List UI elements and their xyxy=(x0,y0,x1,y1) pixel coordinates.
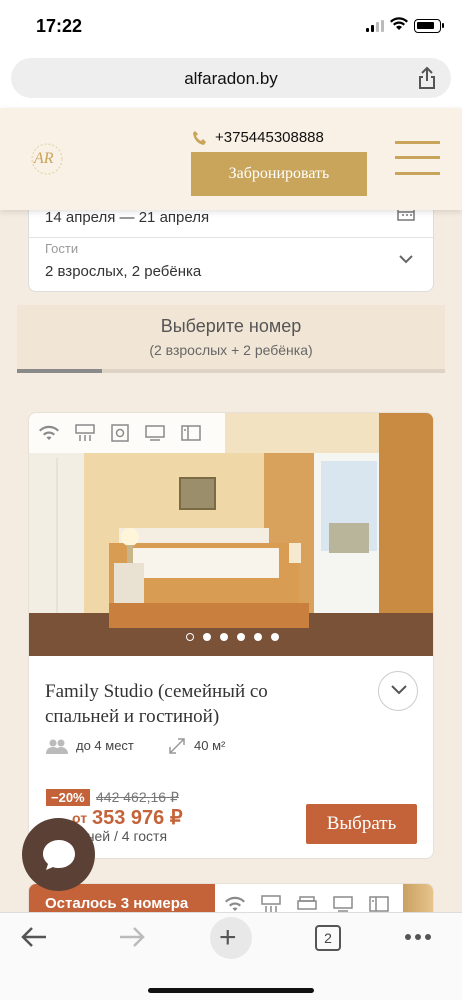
book-button[interactable]: Забронировать xyxy=(191,152,367,196)
room-name[interactable]: Family Studio (семейный со спальней и го… xyxy=(45,679,335,729)
safe-icon xyxy=(111,424,129,442)
old-price: 442 462,16 ₽ xyxy=(96,789,179,805)
date-range-field[interactable]: 14 апреля — 21 апреля xyxy=(45,209,209,226)
guests-select[interactable]: 2 взрослых, 2 ребёнка xyxy=(45,263,201,280)
chevron-down-icon[interactable] xyxy=(399,255,413,264)
form-divider xyxy=(29,237,433,238)
photo-carousel-dots[interactable] xyxy=(29,633,433,641)
carousel-dot[interactable] xyxy=(202,633,211,641)
chat-icon xyxy=(43,840,75,870)
clock: 17:22 xyxy=(36,16,83,36)
browser-toolbar: + 2 xyxy=(0,912,462,1000)
signal-icon xyxy=(366,20,384,32)
hotel-logo[interactable]: AR xyxy=(30,142,64,176)
chat-button[interactable] xyxy=(22,818,95,891)
select-room-subtitle: (2 взрослых + 2 ребёнка) xyxy=(149,342,313,358)
url-bar[interactable]: alfaradon.by xyxy=(11,58,451,98)
chevron-down-icon xyxy=(391,685,407,695)
guests-label: Гости xyxy=(45,241,79,256)
phone-icon xyxy=(193,131,206,145)
menu-icon[interactable] xyxy=(395,141,440,175)
home-indicator xyxy=(148,988,314,993)
fridge-icon xyxy=(369,896,389,912)
carousel-dot[interactable] xyxy=(236,633,245,641)
browser-url-area: alfaradon.by xyxy=(0,50,462,108)
select-room-section: Выберите номер (2 взрослых + 2 ребёнка) xyxy=(17,305,445,373)
room-area: 40 м² xyxy=(194,738,226,753)
booking-form: 14 апреля — 21 апреля Гости 2 взрослых, … xyxy=(0,200,462,305)
more-icon[interactable] xyxy=(404,933,432,941)
choose-room-button[interactable]: Выбрать xyxy=(306,804,417,844)
room-capacity: до 4 мест xyxy=(76,738,134,753)
back-arrow-icon[interactable] xyxy=(20,925,48,949)
room-photo[interactable] xyxy=(29,413,433,656)
expand-button[interactable] xyxy=(378,671,418,711)
air-conditioner-icon xyxy=(75,424,95,441)
phone-link[interactable]: +375445308888 xyxy=(215,129,324,146)
fridge-icon xyxy=(181,425,201,441)
progress-tab-active xyxy=(17,369,102,373)
carousel-dot[interactable] xyxy=(185,633,194,641)
area-icon xyxy=(169,738,185,754)
url-text[interactable]: alfaradon.by xyxy=(11,69,451,89)
booking-card: 14 апреля — 21 апреля Гости 2 взрослых, … xyxy=(28,200,434,292)
share-icon[interactable] xyxy=(417,66,437,90)
site-header: AR +375445308888 Забронировать xyxy=(0,108,462,210)
forward-arrow-icon[interactable] xyxy=(118,925,146,949)
new-tab-button[interactable]: + xyxy=(210,917,252,959)
plus-icon: + xyxy=(219,921,237,954)
tv-icon xyxy=(145,425,165,441)
carousel-dot[interactable] xyxy=(219,633,228,641)
wifi-icon xyxy=(39,425,59,440)
wifi-icon xyxy=(390,17,408,30)
select-room-title: Выберите номер xyxy=(160,316,302,336)
room-card: Family Studio (семейный со спальней и го… xyxy=(28,412,434,859)
air-conditioner-icon xyxy=(261,895,281,912)
logo-text: AR xyxy=(34,150,54,167)
tv-icon xyxy=(333,896,353,912)
amenities-strip xyxy=(29,413,225,453)
status-bar: 17:22 xyxy=(0,0,462,50)
tabs-button[interactable]: 2 xyxy=(315,925,341,951)
current-price: 353 976 ₽ xyxy=(92,807,183,829)
battery-icon xyxy=(414,19,444,33)
wifi-icon xyxy=(225,896,245,911)
guests-icon xyxy=(46,739,68,754)
discount-badge: −20% xyxy=(46,789,90,806)
carousel-dot[interactable] xyxy=(270,633,279,641)
progress-tabs xyxy=(17,369,445,373)
carousel-dot[interactable] xyxy=(253,633,262,641)
bed-icon xyxy=(297,896,317,910)
